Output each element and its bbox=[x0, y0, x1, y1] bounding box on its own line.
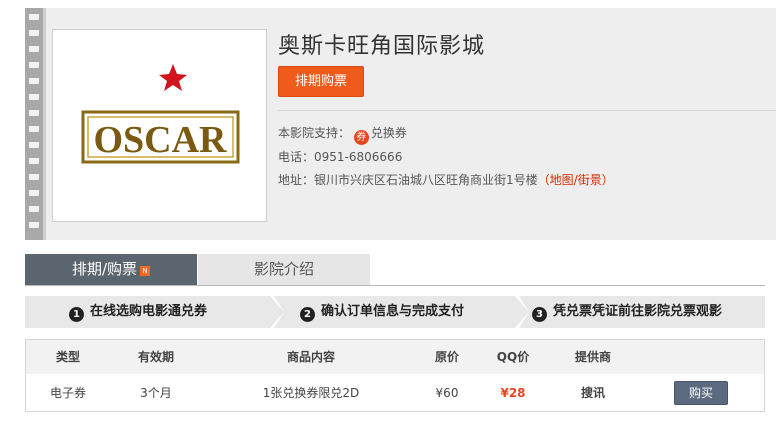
cell-provider: 搜讯 bbox=[580, 386, 605, 400]
header-original-price: 原价 bbox=[434, 350, 459, 364]
address-text: 银川市兴庆区石油城八区旺角商业街1号楼 bbox=[314, 173, 538, 187]
header-qq-price: QQ价 bbox=[496, 350, 530, 364]
tab-schedule[interactable]: 排期/购票 N bbox=[25, 254, 197, 285]
step-1: 1 在线选购电影通兑券 bbox=[69, 296, 207, 328]
paren-open: （ bbox=[537, 173, 550, 187]
ticket-table: 类型 有效期 商品内容 原价 QQ价 提供商 电子券 3个月 1张兑换券限兑2D… bbox=[25, 339, 765, 412]
paren-close: ） bbox=[601, 173, 614, 187]
step-number-icon: 1 bbox=[69, 307, 84, 322]
step-label: 确认订单信息与完成支付 bbox=[321, 304, 465, 319]
tabs-underline bbox=[25, 285, 765, 286]
header-provider: 提供商 bbox=[574, 350, 611, 364]
cell-original-price: ¥60 bbox=[435, 386, 459, 400]
film-hole bbox=[29, 222, 39, 228]
tab-cinema-intro[interactable]: 影院介绍 bbox=[198, 254, 370, 285]
logo-text: OSCAR bbox=[93, 119, 227, 161]
step-3: 3 凭兑票凭证前往影院兑票观影 bbox=[532, 296, 722, 328]
tab-schedule-label: 排期/购票 bbox=[71, 260, 138, 278]
purchase-steps: 1 在线选购电影通兑券 2 确认订单信息与完成支付 3 凭兑票凭证前往影院兑票观影 bbox=[25, 296, 765, 328]
cell-type: 电子券 bbox=[49, 386, 86, 400]
header-type: 类型 bbox=[55, 350, 80, 364]
voucher-badge-icon: 券 bbox=[353, 130, 369, 145]
step-separator-icon bbox=[270, 296, 284, 328]
film-hole bbox=[29, 126, 39, 132]
map-streetview-link[interactable]: 地图/街景 bbox=[550, 173, 602, 187]
film-hole bbox=[29, 206, 39, 212]
header-content: 商品内容 bbox=[286, 350, 335, 364]
address-line: 地址：银川市兴庆区石油城八区旺角商业街1号楼（地图/街景） bbox=[278, 171, 614, 188]
step-number-icon: 3 bbox=[532, 307, 547, 322]
film-hole bbox=[29, 46, 39, 52]
cell-content: 1张兑换券限兑2D bbox=[262, 386, 360, 400]
film-strip-edge bbox=[43, 8, 46, 240]
phone-line: 电话：0951-6806666 bbox=[278, 148, 402, 165]
voucher-text: 兑换券 bbox=[370, 126, 407, 140]
cinema-logo: OSCAR bbox=[52, 29, 267, 222]
table-header: 类型 有效期 商品内容 原价 QQ价 提供商 bbox=[26, 340, 764, 374]
support-label: 本影院支持： bbox=[278, 126, 351, 140]
buy-button[interactable]: 购买 bbox=[674, 381, 728, 405]
cell-qq-price: ¥28 bbox=[500, 386, 526, 400]
support-line: 本影院支持： 券兑换券 bbox=[278, 124, 407, 145]
step-2: 2 确认订单信息与完成支付 bbox=[300, 296, 464, 328]
schedule-buy-button[interactable]: 排期购票 bbox=[278, 66, 364, 97]
phone-number: 0951-6806666 bbox=[314, 150, 403, 164]
cinema-name: 奥斯卡旺角国际影城 bbox=[278, 34, 486, 59]
film-strip-decoration bbox=[25, 8, 43, 240]
step-label: 凭兑票凭证前往影院兑票观影 bbox=[553, 304, 723, 319]
film-hole bbox=[29, 14, 39, 20]
film-hole bbox=[29, 30, 39, 36]
film-hole bbox=[29, 94, 39, 100]
film-hole bbox=[29, 62, 39, 68]
phone-label: 电话： bbox=[278, 150, 315, 164]
film-hole bbox=[29, 190, 39, 196]
film-hole bbox=[29, 174, 39, 180]
film-hole bbox=[29, 110, 39, 116]
film-hole bbox=[29, 158, 39, 164]
header-validity: 有效期 bbox=[137, 350, 174, 364]
step-separator-icon bbox=[515, 296, 529, 328]
cell-validity: 3个月 bbox=[140, 386, 172, 400]
film-hole bbox=[29, 78, 39, 84]
new-badge-icon: N bbox=[140, 266, 151, 276]
header-divider bbox=[278, 110, 776, 111]
step-label: 在线选购电影通兑券 bbox=[90, 304, 208, 319]
oscar-logo-icon: OSCAR bbox=[81, 64, 240, 164]
film-hole bbox=[29, 142, 39, 148]
address-label: 地址： bbox=[278, 173, 315, 187]
step-number-icon: 2 bbox=[300, 307, 315, 322]
